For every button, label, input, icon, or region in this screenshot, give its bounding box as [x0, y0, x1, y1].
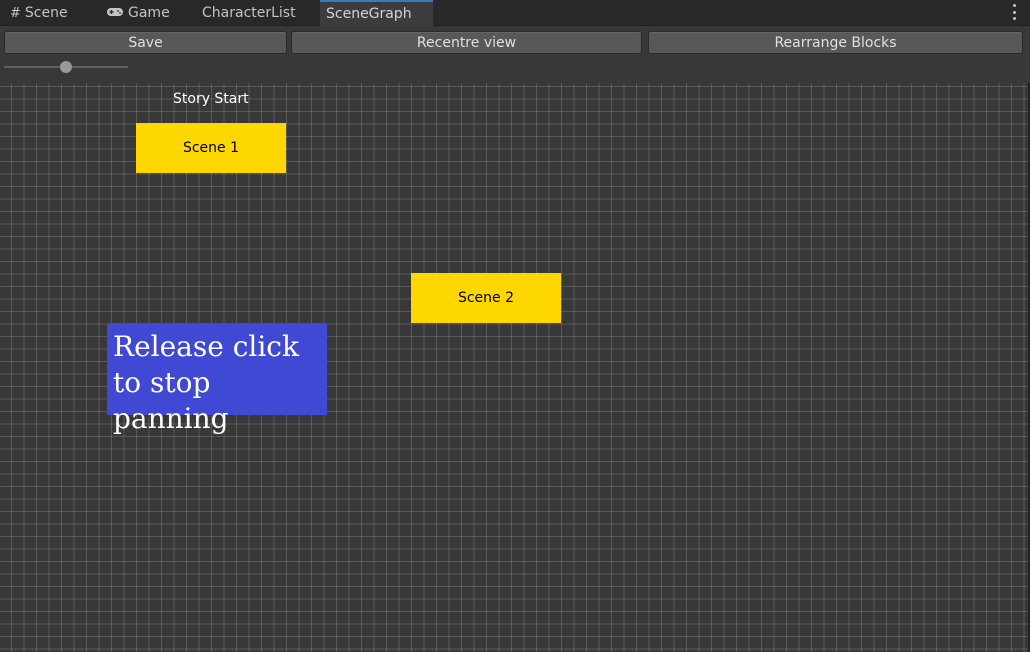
- tab-game[interactable]: Game: [106, 0, 170, 26]
- rearrange-blocks-button[interactable]: Rearrange Blocks: [648, 31, 1023, 54]
- gamepad-icon: [106, 6, 124, 21]
- tab-scenegraph-label: SceneGraph: [326, 6, 412, 22]
- more-options-icon[interactable]: [1012, 4, 1016, 20]
- tooltip-line-1: Release click: [113, 330, 299, 363]
- recentre-view-button[interactable]: Recentre view: [291, 31, 642, 54]
- tab-game-label: Game: [128, 5, 170, 21]
- toolbar: Save Recentre view Rearrange Blocks: [0, 27, 1030, 83]
- grid-icon: #: [10, 5, 21, 21]
- tab-characterlist-label: CharacterList: [202, 5, 296, 21]
- tab-scene[interactable]: # Scene: [10, 0, 68, 26]
- panning-tooltip: Release click to stop panning: [107, 323, 327, 435]
- tab-characterlist[interactable]: CharacterList: [202, 0, 296, 26]
- tooltip-line-2: to stop panning: [113, 366, 229, 435]
- scene-block-1[interactable]: Scene 1: [136, 123, 286, 173]
- graph-canvas[interactable]: Story Start Scene 1 Scene 2 Release clic…: [0, 83, 1030, 652]
- zoom-slider[interactable]: [4, 60, 128, 74]
- tab-bar: # Scene Game CharacterList SceneGraph: [0, 0, 1030, 26]
- story-start-label: Story Start: [173, 91, 249, 107]
- zoom-slider-thumb[interactable]: [60, 61, 72, 73]
- save-button[interactable]: Save: [4, 31, 287, 54]
- scenegraph-window: # Scene Game CharacterList SceneGraph Sa…: [0, 0, 1030, 652]
- tab-scene-label: Scene: [24, 5, 68, 21]
- tab-scenegraph[interactable]: SceneGraph: [320, 0, 433, 26]
- scene-block-2[interactable]: Scene 2: [411, 273, 561, 323]
